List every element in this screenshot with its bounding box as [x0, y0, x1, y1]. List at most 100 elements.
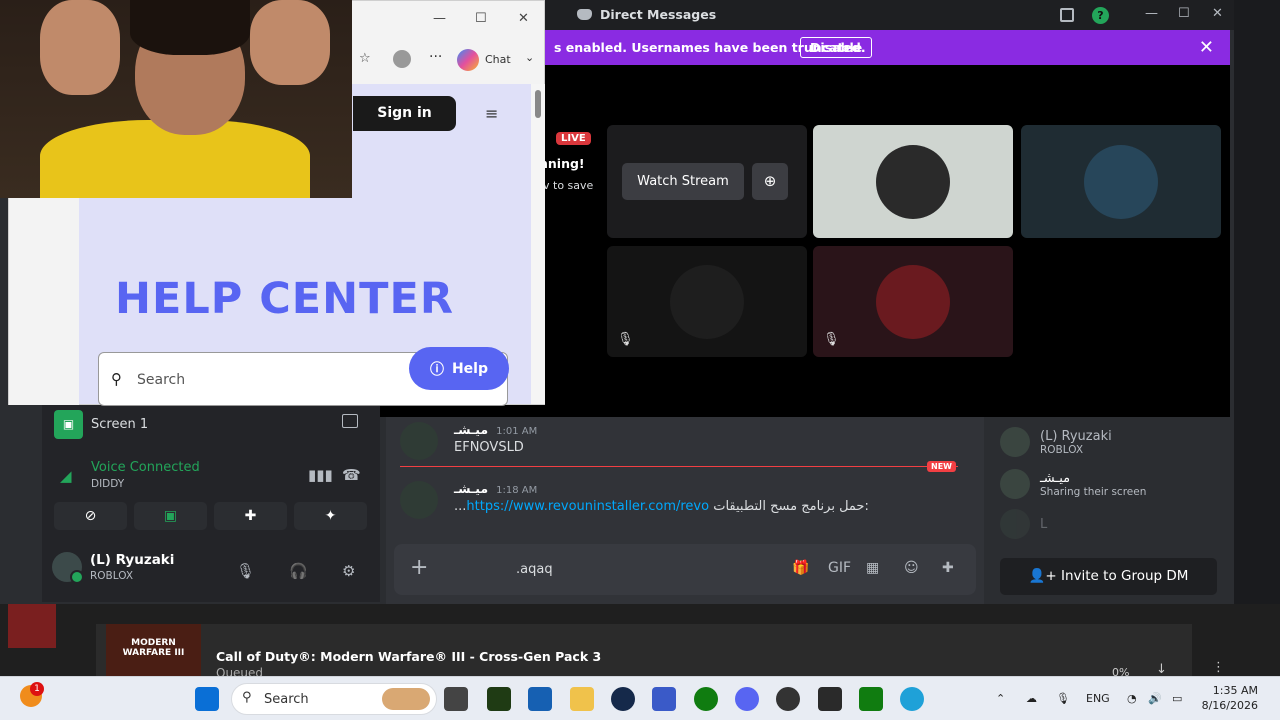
- avatar: [1000, 509, 1030, 539]
- profile-icon[interactable]: [393, 50, 411, 68]
- screen-share-row[interactable]: ▣ Screen 1: [54, 410, 148, 439]
- voice-status[interactable]: Voice Connected: [91, 460, 200, 475]
- activities-button[interactable]: ✚: [214, 502, 287, 530]
- hamburger-menu-icon[interactable]: ≡: [485, 104, 498, 123]
- attach-plus-icon[interactable]: +: [410, 555, 428, 580]
- disconnect-icon[interactable]: ☎: [342, 466, 361, 484]
- page-title: HELP CENTER: [115, 274, 454, 324]
- chat-message[interactable]: ميـشـ 1:01 AM EFNOVSLD: [400, 422, 537, 460]
- app-thumbnail: [8, 604, 56, 648]
- new-badge: NEW: [927, 461, 956, 472]
- scrollbar-thumb[interactable]: [535, 90, 541, 118]
- disable-button[interactable]: Disable: [800, 37, 873, 58]
- inbox-icon[interactable]: [1060, 8, 1074, 22]
- signal-icon: ◢: [60, 467, 72, 485]
- xbox-icon[interactable]: [694, 687, 718, 711]
- chat-message[interactable]: ميـشـ 1:18 AM ...https://www.revouninsta…: [400, 481, 869, 519]
- watch-stream-button[interactable]: Watch Stream: [622, 163, 744, 200]
- voice-channel[interactable]: DIDDY: [91, 478, 124, 490]
- participant-tile[interactable]: 🎙: [813, 246, 1013, 357]
- favorites-icon[interactable]: ☆: [359, 51, 371, 66]
- browser-maximize-button[interactable]: ☐: [475, 11, 487, 26]
- member-item[interactable]: ميـشـ Sharing their screen: [1000, 469, 1146, 499]
- message-input[interactable]: + .aqaq 🎁 GIF ▦ ☺ ✚: [394, 544, 976, 595]
- help-icon[interactable]: ?: [1092, 7, 1109, 24]
- more-menu-icon[interactable]: ···: [429, 49, 442, 65]
- battery-icon[interactable]: ▭: [1172, 692, 1182, 705]
- language-indicator[interactable]: ENG: [1086, 692, 1110, 705]
- gif-icon[interactable]: GIF: [828, 560, 851, 576]
- message-link[interactable]: https://www.revouninstaller.com/revo: [466, 499, 709, 514]
- invite-to-group-dm-button[interactable]: 👤+ Invite to Group DM: [1000, 558, 1217, 595]
- clock[interactable]: 1:35 AM 8/16/2026: [1200, 683, 1258, 713]
- screen-share-button[interactable]: ▣: [134, 502, 207, 530]
- file-explorer-icon[interactable]: [570, 687, 594, 711]
- nvidia-icon[interactable]: [487, 687, 511, 711]
- page-margin: [9, 199, 79, 405]
- discord-icon[interactable]: [735, 687, 759, 711]
- taskview-icon[interactable]: [444, 687, 468, 711]
- powershell-icon[interactable]: [528, 687, 552, 711]
- stream-tile[interactable]: Watch Stream ⊕: [607, 125, 807, 238]
- search-icon: ⚲: [111, 370, 122, 388]
- webcam-hand: [250, 0, 330, 85]
- chat-button[interactable]: Chat: [485, 53, 511, 66]
- message-author[interactable]: ميـشـ: [454, 422, 488, 437]
- soundboard-button[interactable]: ✦: [294, 502, 367, 530]
- user-panel[interactable]: (L) Ryuzaki ROBLOX: [52, 552, 174, 584]
- scrollbar[interactable]: [531, 84, 545, 404]
- stream-title-partial: nning!: [539, 156, 585, 171]
- browser-close-button[interactable]: ✕: [518, 11, 529, 26]
- message-time: 1:18 AM: [496, 485, 538, 496]
- more-options-icon[interactable]: ⋮: [1212, 660, 1225, 675]
- member-item[interactable]: L: [1000, 509, 1047, 539]
- maximize-button[interactable]: ☐: [1178, 6, 1190, 21]
- minimize-button[interactable]: —: [1145, 6, 1158, 21]
- question-circle-icon: ⓘ: [429, 361, 444, 378]
- taskbar-search[interactable]: ⚲ Search: [231, 683, 437, 715]
- chevron-up-icon[interactable]: ⌃: [996, 692, 1005, 705]
- onedrive-icon[interactable]: ☁: [1026, 692, 1037, 705]
- app-icon[interactable]: [818, 687, 842, 711]
- popout-icon[interactable]: ⊕: [752, 163, 788, 200]
- webcam-overlay: [0, 0, 352, 198]
- participant-tile[interactable]: [1021, 125, 1221, 238]
- gift-icon[interactable]: 🎁: [792, 560, 809, 576]
- game-title: Call of Duty®: Modern Warfare® III - Cro…: [216, 649, 602, 664]
- stop-stream-icon[interactable]: [342, 414, 358, 428]
- sign-in-button[interactable]: Sign in: [353, 96, 456, 131]
- edge-icon[interactable]: [900, 687, 924, 711]
- avatar: [52, 552, 84, 584]
- help-button[interactable]: ⓘ Help: [409, 347, 509, 390]
- message-author[interactable]: ميـشـ: [454, 481, 488, 496]
- copilot-icon[interactable]: [457, 49, 479, 71]
- headphones-icon[interactable]: 🎧: [289, 562, 308, 580]
- emoji-icon[interactable]: ☺: [904, 560, 919, 576]
- download-icon[interactable]: ↓: [1156, 662, 1167, 677]
- wifi-icon[interactable]: ◔: [1127, 692, 1137, 705]
- steam-icon[interactable]: [611, 687, 635, 711]
- close-button[interactable]: ✕: [1212, 6, 1223, 21]
- volume-icon[interactable]: 🔊: [1148, 692, 1162, 705]
- camera-off-button[interactable]: ⊘: [54, 502, 127, 530]
- noise-suppression-icon[interactable]: ▮▮▮: [308, 466, 333, 484]
- windows-start-icon[interactable]: [195, 687, 219, 711]
- user-status: ROBLOX: [90, 570, 134, 582]
- mic-icon[interactable]: 🎙: [236, 562, 255, 580]
- webcam-hand: [40, 0, 120, 95]
- app-icon[interactable]: [652, 687, 676, 711]
- xbox-app-icon[interactable]: [859, 687, 883, 711]
- settings-gear-icon[interactable]: ⚙: [342, 562, 355, 580]
- chevron-down-icon[interactable]: ⌄: [525, 51, 534, 64]
- notice-close-icon[interactable]: ✕: [1199, 37, 1214, 58]
- obs-icon[interactable]: [776, 687, 800, 711]
- browser-minimize-button[interactable]: —: [433, 11, 446, 26]
- browser-toolbar: ☆ ··· Chat ⌄: [353, 45, 545, 77]
- sticker-icon[interactable]: ▦: [866, 560, 879, 576]
- message-input-value[interactable]: .aqaq: [516, 562, 553, 577]
- member-item[interactable]: (L) Ryuzaki ROBLOX: [1000, 427, 1112, 457]
- apps-icon[interactable]: ✚: [942, 560, 954, 576]
- participant-tile[interactable]: [813, 125, 1013, 238]
- mic-icon[interactable]: 🎙: [1056, 692, 1070, 705]
- participant-tile[interactable]: 🎙: [607, 246, 807, 357]
